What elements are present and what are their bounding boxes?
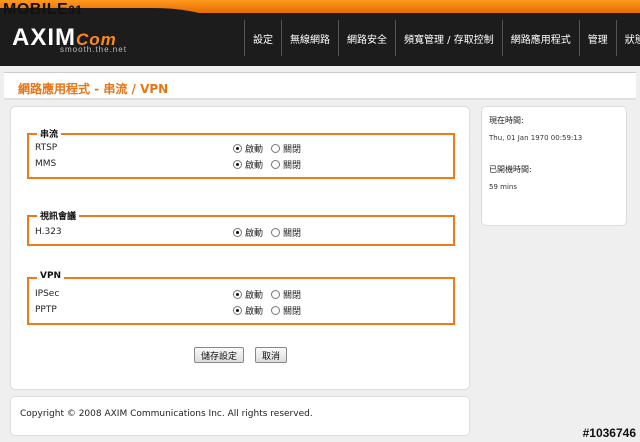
mms-label: MMS (35, 159, 57, 169)
video-conference-legend: 視訊會議 (37, 209, 80, 222)
video-conference-fieldset: 視訊會議 H.323 啟動 關閉 (27, 209, 455, 246)
mms-disable-radio[interactable]: 關閉 (271, 158, 301, 171)
radio-selected-icon (233, 290, 242, 299)
status-panel: 現在時間: Thu, 01 Jan 1970 00:59:13 已開機時間: 5… (481, 106, 627, 226)
radio-unselected-icon (271, 228, 280, 237)
radio-unselected-icon (271, 306, 280, 315)
h323-disable-radio[interactable]: 關閉 (271, 226, 301, 239)
mobile01-watermark: MOBILE01 (3, 1, 83, 18)
footer: Copyright © 2008 AXIM Communications Inc… (10, 396, 470, 436)
logo-tagline: smooth.the.net (60, 45, 127, 54)
vpn-legend: VPN (37, 271, 65, 281)
rtsp-row: RTSP 啟動 關閉 (29, 141, 453, 157)
nav-settings[interactable]: 設定 (244, 20, 281, 56)
mms-enable-radio[interactable]: 啟動 (233, 158, 263, 171)
header-bar: AXIMCom smooth.the.net 設定 無線網路 網路安全 頻寬管理… (0, 0, 640, 66)
page-title: 網路應用程式 - 串流 / VPN (18, 82, 169, 96)
radio-selected-icon (233, 228, 242, 237)
rtsp-disable-radio[interactable]: 關閉 (271, 142, 301, 155)
copyright-text: Copyright © 2008 AXIM Communications Inc… (20, 409, 313, 419)
nav-bandwidth-access[interactable]: 頻寬管理 / 存取控制 (395, 20, 502, 56)
ipsec-enable-radio[interactable]: 啟動 (233, 288, 263, 301)
h323-label: H.323 (35, 227, 62, 237)
h323-enable-radio[interactable]: 啟動 (233, 226, 263, 239)
settings-panel: 串流 RTSP 啟動 關閉 MMS 啟動 關閉 視訊會議 H.323 啟動 關閉… (10, 106, 470, 390)
image-id-watermark: #1036746 (582, 426, 636, 440)
pptp-disable-radio[interactable]: 關閉 (271, 304, 301, 317)
rtsp-label: RTSP (35, 143, 58, 153)
ipsec-label: IPSec (35, 289, 60, 299)
nav-security[interactable]: 網路安全 (338, 20, 395, 56)
page-title-bar: 網路應用程式 - 串流 / VPN (4, 72, 636, 100)
h323-row: H.323 啟動 關閉 (29, 225, 453, 241)
pptp-label: PPTP (35, 305, 57, 315)
ipsec-row: IPSec 啟動 關閉 (29, 287, 453, 303)
nav-wireless[interactable]: 無線網路 (281, 20, 338, 56)
vpn-fieldset: VPN IPSec 啟動 關閉 PPTP 啟動 關閉 (27, 271, 455, 325)
pptp-enable-radio[interactable]: 啟動 (233, 304, 263, 317)
current-time-label: 現在時間: (489, 116, 524, 125)
ipsec-disable-radio[interactable]: 關閉 (271, 288, 301, 301)
mms-row: MMS 啟動 關閉 (29, 157, 453, 173)
nav-applications[interactable]: 網路應用程式 (501, 20, 579, 56)
radio-selected-icon (233, 306, 242, 315)
radio-selected-icon (233, 160, 242, 169)
nav-status[interactable]: 狀態 (615, 20, 640, 56)
current-time-value: Thu, 01 Jan 1970 00:59:13 (489, 134, 583, 142)
streaming-legend: 串流 (37, 127, 62, 140)
radio-unselected-icon (271, 144, 280, 153)
streaming-fieldset: 串流 RTSP 啟動 關閉 MMS 啟動 關閉 (27, 127, 455, 179)
nav-admin[interactable]: 管理 (578, 20, 616, 56)
uptime-label: 已開機時間: (489, 165, 532, 174)
cancel-button[interactable]: 取消 (255, 347, 288, 363)
uptime-value: 59 mins (489, 183, 517, 191)
radio-unselected-icon (271, 290, 280, 299)
save-settings-button[interactable]: 儲存設定 (194, 347, 245, 363)
radio-selected-icon (233, 144, 242, 153)
rtsp-enable-radio[interactable]: 啟動 (233, 142, 263, 155)
main-nav: 設定 無線網路 網路安全 頻寬管理 / 存取控制 網路應用程式 管理 狀態 (244, 20, 640, 56)
radio-unselected-icon (271, 160, 280, 169)
pptp-row: PPTP 啟動 關閉 (29, 303, 453, 319)
